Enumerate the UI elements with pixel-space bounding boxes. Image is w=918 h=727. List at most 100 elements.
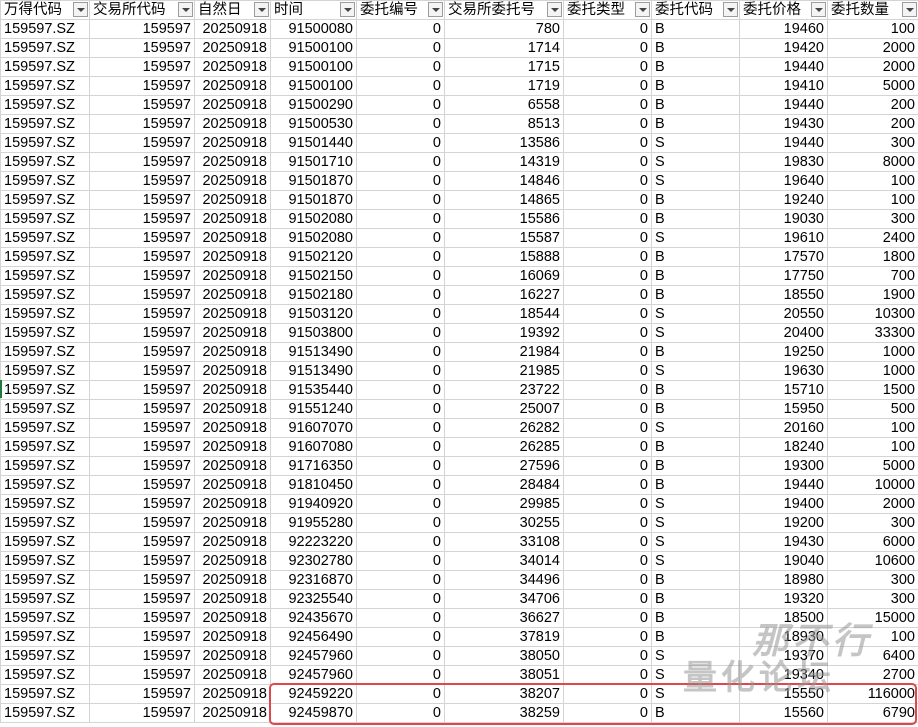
table-cell[interactable]: S: [651, 228, 740, 248]
table-cell[interactable]: 91955280: [270, 513, 357, 533]
table-cell[interactable]: 38259: [444, 703, 564, 723]
table-cell[interactable]: 0: [563, 209, 652, 229]
column-header[interactable]: 自然日: [194, 0, 271, 20]
table-cell[interactable]: 20160: [739, 418, 828, 438]
table-cell[interactable]: 0: [356, 399, 445, 419]
table-cell[interactable]: 159597.SZ: [0, 399, 90, 419]
table-cell[interactable]: S: [651, 361, 740, 381]
table-cell[interactable]: 20250918: [194, 361, 271, 381]
table-cell[interactable]: 159597: [89, 152, 195, 172]
table-cell[interactable]: 2400: [827, 228, 918, 248]
filter-dropdown-icon[interactable]: [73, 2, 88, 17]
table-cell[interactable]: 91810450: [270, 475, 357, 495]
table-cell[interactable]: 0: [356, 513, 445, 533]
table-cell[interactable]: 0: [356, 361, 445, 381]
table-cell[interactable]: 19320: [739, 589, 828, 609]
table-cell[interactable]: 0: [563, 513, 652, 533]
table-cell[interactable]: 0: [356, 304, 445, 324]
table-cell[interactable]: 159597: [89, 551, 195, 571]
table-row[interactable]: 159597.SZ 159597 20250918 91535440 0 23722 0 B 1…: [0, 380, 918, 400]
table-row[interactable]: 159597.SZ 159597 20250918 91955280 0 30255 0 S 1…: [0, 513, 918, 533]
table-cell[interactable]: S: [651, 418, 740, 438]
table-cell[interactable]: 200: [827, 114, 918, 134]
table-cell[interactable]: 6000: [827, 532, 918, 552]
table-cell[interactable]: 10300: [827, 304, 918, 324]
table-cell[interactable]: 1719: [444, 76, 564, 96]
table-cell[interactable]: 0: [563, 95, 652, 115]
table-cell[interactable]: 0: [563, 342, 652, 362]
table-cell[interactable]: 159597.SZ: [0, 342, 90, 362]
table-cell[interactable]: S: [651, 133, 740, 153]
table-cell[interactable]: 0: [356, 171, 445, 191]
table-cell[interactable]: 0: [563, 589, 652, 609]
table-cell[interactable]: 20250918: [194, 551, 271, 571]
table-cell[interactable]: 19630: [739, 361, 828, 381]
table-cell[interactable]: 0: [356, 228, 445, 248]
table-cell[interactable]: 19610: [739, 228, 828, 248]
table-cell[interactable]: B: [651, 95, 740, 115]
table-cell[interactable]: 159597: [89, 19, 195, 39]
table-cell[interactable]: 21984: [444, 342, 564, 362]
table-cell[interactable]: 0: [356, 437, 445, 457]
table-cell[interactable]: 1000: [827, 342, 918, 362]
table-cell[interactable]: 2000: [827, 38, 918, 58]
table-cell[interactable]: 0: [563, 494, 652, 514]
table-row[interactable]: 159597.SZ 159597 20250918 91500100 0 1715 0 B 19…: [0, 57, 918, 77]
table-cell[interactable]: 700: [827, 266, 918, 286]
table-cell[interactable]: 159597.SZ: [0, 361, 90, 381]
table-cell[interactable]: 0: [563, 627, 652, 647]
table-row[interactable]: 159597.SZ 159597 20250918 91502120 0 15888 0 B 1…: [0, 247, 918, 267]
table-cell[interactable]: 159597.SZ: [0, 266, 90, 286]
table-cell[interactable]: 26285: [444, 437, 564, 457]
table-cell[interactable]: 15888: [444, 247, 564, 267]
filter-dropdown-icon[interactable]: [340, 2, 355, 17]
table-cell[interactable]: 1500: [827, 380, 918, 400]
table-cell[interactable]: 300: [827, 513, 918, 533]
table-cell[interactable]: B: [651, 285, 740, 305]
table-cell[interactable]: 1714: [444, 38, 564, 58]
table-cell[interactable]: 159597.SZ: [0, 646, 90, 666]
table-cell[interactable]: 0: [356, 494, 445, 514]
table-cell[interactable]: 20550: [739, 304, 828, 324]
table-cell[interactable]: 0: [356, 152, 445, 172]
table-cell[interactable]: 0: [356, 418, 445, 438]
table-cell[interactable]: S: [651, 646, 740, 666]
table-cell[interactable]: 19040: [739, 551, 828, 571]
table-cell[interactable]: 20250918: [194, 418, 271, 438]
table-cell[interactable]: 200: [827, 95, 918, 115]
table-row[interactable]: 159597.SZ 159597 20250918 91500290 0 6558 0 B 19…: [0, 95, 918, 115]
table-cell[interactable]: 300: [827, 209, 918, 229]
table-cell[interactable]: 0: [356, 475, 445, 495]
table-cell[interactable]: 15950: [739, 399, 828, 419]
table-cell[interactable]: 19440: [739, 57, 828, 77]
table-cell[interactable]: 92223220: [270, 532, 357, 552]
table-cell[interactable]: 0: [356, 323, 445, 343]
table-cell[interactable]: 20250918: [194, 532, 271, 552]
table-cell[interactable]: 0: [563, 133, 652, 153]
table-cell[interactable]: B: [651, 703, 740, 723]
table-cell[interactable]: 15710: [739, 380, 828, 400]
table-cell[interactable]: 159597.SZ: [0, 95, 90, 115]
table-cell[interactable]: 30255: [444, 513, 564, 533]
table-row[interactable]: 159597.SZ 159597 20250918 91502180 0 16227 0 B 1…: [0, 285, 918, 305]
table-cell[interactable]: B: [651, 380, 740, 400]
table-cell[interactable]: 5000: [827, 456, 918, 476]
table-cell[interactable]: 159597.SZ: [0, 190, 90, 210]
table-cell[interactable]: 91535440: [270, 380, 357, 400]
table-cell[interactable]: 159597: [89, 190, 195, 210]
table-cell[interactable]: 20250918: [194, 133, 271, 153]
table-row[interactable]: 159597.SZ 159597 20250918 91716350 0 27596 0 B 1…: [0, 456, 918, 476]
table-row[interactable]: 159597.SZ 159597 20250918 91501440 0 13586 0 S 1…: [0, 133, 918, 153]
table-row[interactable]: 159597.SZ 159597 20250918 92435670 0 36627 0 B 1…: [0, 608, 918, 628]
table-cell[interactable]: 159597.SZ: [0, 703, 90, 723]
table-cell[interactable]: 91500530: [270, 114, 357, 134]
table-cell[interactable]: 159597: [89, 247, 195, 267]
table-cell[interactable]: 159597.SZ: [0, 19, 90, 39]
column-header[interactable]: 交易所委托号: [444, 0, 564, 20]
table-cell[interactable]: 25007: [444, 399, 564, 419]
table-cell[interactable]: S: [651, 551, 740, 571]
table-cell[interactable]: 17750: [739, 266, 828, 286]
table-cell[interactable]: 20250918: [194, 323, 271, 343]
table-cell[interactable]: 14865: [444, 190, 564, 210]
table-cell[interactable]: 20250918: [194, 627, 271, 647]
